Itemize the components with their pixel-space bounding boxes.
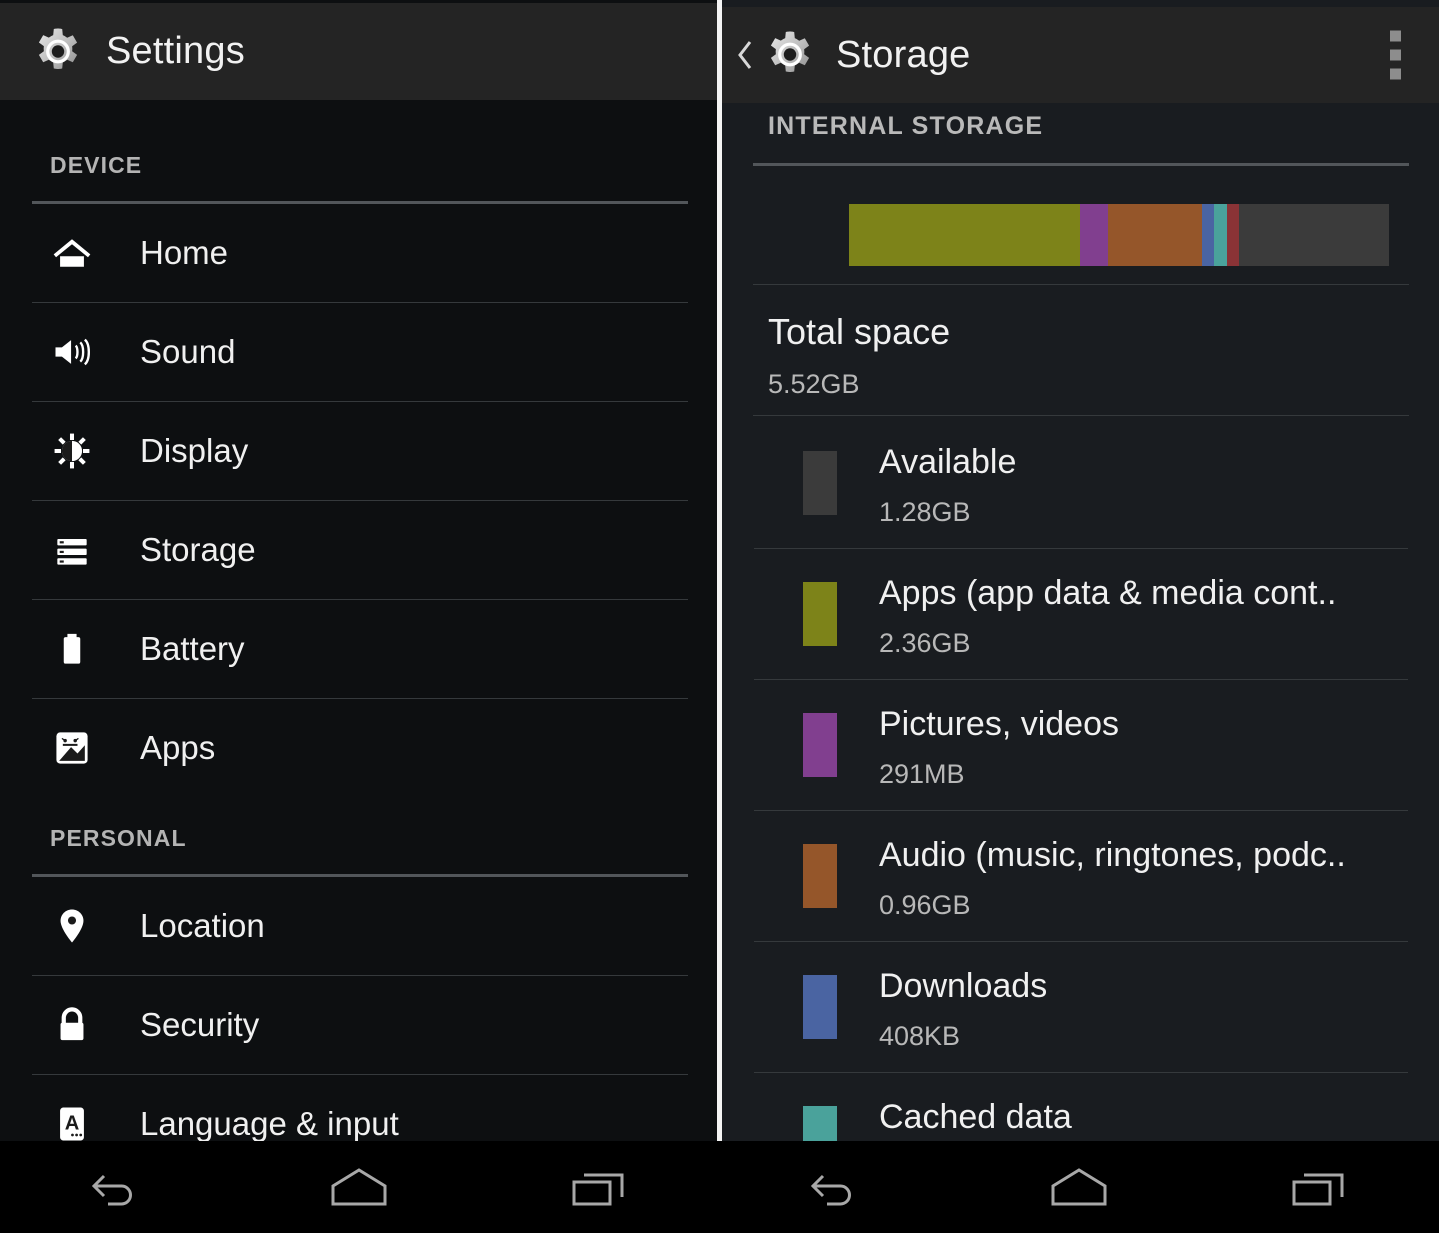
item-value: 291MB — [879, 759, 965, 789]
total-space-block[interactable]: Total space 5.52GB — [722, 285, 1439, 418]
location-pin-icon — [48, 902, 96, 950]
back-chevron-icon[interactable] — [732, 31, 758, 79]
color-swatch — [803, 582, 837, 646]
overflow-menu-icon[interactable] — [1390, 30, 1401, 80]
item-label: Pictures, videos — [879, 705, 1119, 743]
sidebar-item-battery[interactable]: Battery — [0, 600, 719, 698]
sidebar-label: Display — [140, 432, 249, 469]
home-icon[interactable] — [1009, 1141, 1149, 1233]
item-value: 0.96GB — [879, 890, 971, 920]
settings-gear-icon — [762, 27, 818, 83]
storage-stacked-bar — [849, 204, 1389, 266]
display-brightness-icon — [48, 427, 96, 475]
nav-group-left — [0, 1141, 719, 1233]
list-item[interactable]: Apps (app data & media cont.. 2.36GB — [722, 549, 1439, 679]
settings-panel: Settings DEVICE Home Sound Display Stora… — [0, 0, 719, 1141]
lock-icon — [48, 1001, 96, 1049]
section-header-personal: PERSONAL — [50, 825, 187, 851]
svg-text:A: A — [65, 1113, 80, 1135]
storage-breakdown-list: Available 1.28GB Apps (app data & media … — [722, 418, 1439, 1141]
battery-icon — [48, 625, 96, 673]
screen: Settings DEVICE Home Sound Display Stora… — [0, 0, 1439, 1233]
item-value: 1.28GB — [879, 497, 971, 527]
storage-action-bar: Storage — [722, 7, 1439, 103]
bar-segment — [1214, 204, 1227, 266]
storage-usage-chart — [722, 166, 1439, 285]
color-swatch — [803, 713, 837, 777]
apps-android-picture-icon — [48, 724, 96, 772]
bar-segment — [849, 204, 1081, 266]
bar-segment — [1238, 204, 1389, 266]
sidebar-item-apps[interactable]: Apps — [0, 699, 719, 797]
settings-action-bar: Settings — [0, 3, 719, 100]
sidebar-item-display[interactable]: Display — [0, 402, 719, 500]
sidebar-label: Apps — [140, 729, 216, 766]
section-header-device: DEVICE — [50, 152, 143, 178]
back-icon[interactable] — [769, 1141, 909, 1233]
item-label: Available — [879, 443, 1017, 481]
bar-segment — [1226, 204, 1239, 266]
list-item[interactable]: Cached data — [722, 1073, 1439, 1141]
section-header-internal-storage: INTERNAL STORAGE — [768, 112, 1044, 140]
home-icon — [48, 229, 96, 277]
storage-title: Storage — [836, 33, 971, 76]
section-device: DEVICE Home Sound Display Storage Batter… — [0, 100, 719, 1141]
recents-icon[interactable] — [1249, 1141, 1389, 1233]
nav-group-right — [719, 1141, 1439, 1233]
sidebar-item-security[interactable]: Security — [0, 976, 719, 1074]
bar-segment — [1080, 204, 1109, 266]
storage-panel: Storage INTERNAL STORAGE Total space 5.5… — [722, 0, 1439, 1141]
device-list: Home Sound Display Storage Battery Apps — [0, 204, 719, 797]
list-item[interactable]: Audio (music, ringtones, podc.. 0.96GB — [722, 811, 1439, 941]
home-icon[interactable] — [289, 1141, 429, 1233]
sidebar-label: Language & input — [140, 1105, 399, 1141]
color-swatch — [803, 844, 837, 908]
settings-gear-icon — [30, 24, 86, 80]
list-item[interactable]: Available 1.28GB — [722, 418, 1439, 548]
personal-list: Location Security A Language & input — [0, 877, 719, 1141]
system-navigation-bar — [0, 1141, 1439, 1233]
sidebar-label: Storage — [140, 531, 256, 568]
language-keyboard-icon: A — [48, 1100, 96, 1141]
sidebar-label: Home — [140, 234, 229, 271]
back-icon[interactable] — [50, 1141, 190, 1233]
settings-title: Settings — [106, 30, 245, 72]
sidebar-item-storage[interactable]: Storage — [0, 501, 719, 599]
sidebar-label: Location — [140, 907, 265, 944]
item-label: Apps (app data & media cont.. — [879, 574, 1337, 612]
bar-segment — [1202, 204, 1215, 266]
color-swatch — [803, 1106, 837, 1141]
item-value: 2.36GB — [879, 628, 971, 658]
bar-segment — [1108, 204, 1203, 266]
total-space-label: Total space — [768, 311, 951, 352]
list-item[interactable]: Downloads 408KB — [722, 942, 1439, 1072]
item-value: 408KB — [879, 1021, 961, 1051]
recents-icon[interactable] — [529, 1141, 669, 1233]
sound-speaker-icon — [48, 328, 96, 376]
list-item[interactable]: Pictures, videos 291MB — [722, 680, 1439, 810]
color-swatch — [803, 975, 837, 1039]
storage-stack-icon — [48, 526, 96, 574]
sidebar-label: Security — [140, 1006, 260, 1043]
sidebar-item-sound[interactable]: Sound — [0, 303, 719, 401]
sidebar-label: Sound — [140, 333, 236, 370]
sidebar-item-home[interactable]: Home — [0, 204, 719, 302]
list-divider — [753, 415, 1409, 416]
total-space-value: 5.52GB — [768, 369, 860, 399]
item-label: Downloads — [879, 967, 1048, 1005]
sidebar-label: Battery — [140, 630, 245, 667]
item-label: Cached data — [879, 1098, 1072, 1136]
sidebar-item-location[interactable]: Location — [0, 877, 719, 975]
item-label: Audio (music, ringtones, podc.. — [879, 836, 1346, 874]
color-swatch — [803, 451, 837, 515]
sidebar-item-language-input[interactable]: A Language & input — [0, 1075, 719, 1141]
